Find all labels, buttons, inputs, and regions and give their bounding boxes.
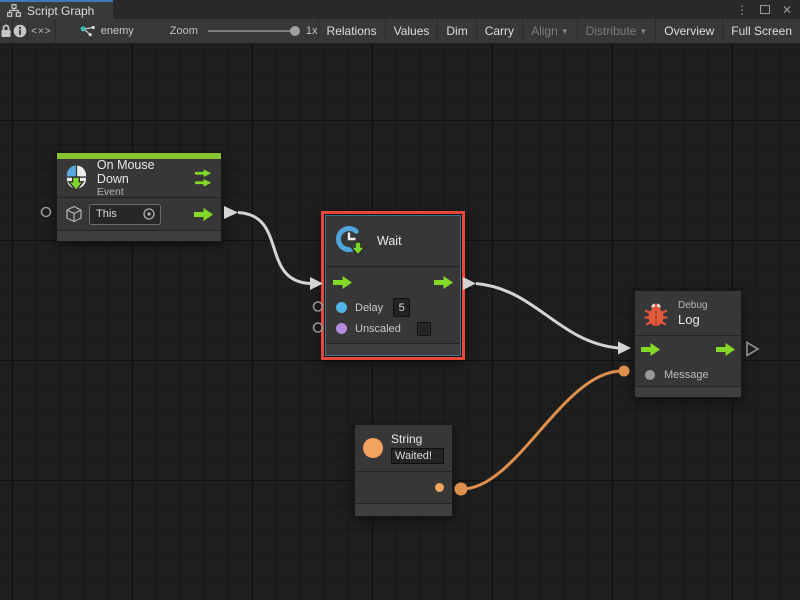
wire-string-to-message[interactable] — [462, 371, 622, 489]
node-title: String — [391, 432, 444, 446]
output-row — [355, 472, 452, 503]
flow-input-port[interactable] — [641, 343, 660, 356]
mouse-icon — [65, 164, 88, 192]
node-title: Log — [678, 312, 707, 327]
node-footer — [326, 343, 460, 355]
message-row: Message — [635, 363, 741, 386]
node-debug-log[interactable]: Debug Log Message — [634, 290, 742, 398]
unscaled-label: Unscaled — [355, 323, 401, 335]
node-category: Debug — [678, 300, 707, 312]
node-header: Debug Log — [635, 291, 741, 335]
message-input-port[interactable] — [645, 370, 655, 380]
graph-layer: On Mouse Down Event This — [0, 0, 800, 600]
node-string-literal[interactable]: String Waited! — [354, 424, 453, 517]
target-object-field[interactable]: This — [89, 204, 161, 225]
unconnected-port-circle[interactable] — [42, 208, 51, 217]
flow-row — [326, 267, 460, 297]
string-type-icon — [363, 438, 383, 458]
node-footer — [57, 230, 221, 241]
unscaled-input-port[interactable] — [336, 323, 347, 334]
node-wait[interactable]: Wait Delay 5 Unscaled — [325, 215, 461, 356]
node-titles: String Waited! — [391, 432, 444, 464]
unscaled-row: Unscaled — [326, 318, 460, 339]
delay-value-field[interactable]: 5 — [393, 298, 410, 317]
delay-row: Delay 5 — [326, 297, 460, 318]
gameobject-cube-icon — [65, 205, 83, 223]
debug-bug-icon — [643, 299, 669, 327]
object-picker-icon[interactable] — [142, 207, 156, 221]
node-on-mouse-down[interactable]: On Mouse Down Event This — [56, 152, 222, 242]
node-header: Wait — [326, 216, 460, 266]
unconnected-flow-triangle[interactable] — [747, 343, 758, 356]
node-titles: On Mouse Down Event — [97, 158, 186, 198]
wire-endpoint-dot — [619, 366, 630, 377]
delay-label: Delay — [355, 302, 383, 314]
node-header: On Mouse Down Event — [57, 159, 221, 197]
node-title: Wait — [377, 234, 402, 248]
trigger-double-arrow-icon[interactable] — [195, 169, 213, 187]
node-header: String Waited! — [355, 425, 452, 471]
node-subtitle: Event — [97, 186, 186, 198]
unscaled-checkbox[interactable] — [417, 322, 431, 336]
target-row: This — [57, 198, 221, 230]
node-footer — [635, 386, 741, 397]
flow-row — [635, 336, 741, 363]
wire-wait-to-log[interactable] — [476, 284, 618, 349]
wait-clock-icon — [335, 225, 367, 258]
wire-endpoint-dot — [455, 483, 468, 496]
flow-output-port[interactable] — [194, 208, 213, 221]
flow-output-port[interactable] — [434, 276, 453, 289]
wire-arrowhead — [224, 206, 238, 219]
node-footer — [355, 503, 452, 516]
flow-input-port[interactable] — [333, 276, 352, 289]
node-titles: Debug Log — [678, 300, 707, 327]
node-wait-selection-border: Wait Delay 5 Unscaled — [321, 211, 465, 360]
wire-arrowhead — [618, 342, 631, 355]
string-output-port[interactable] — [435, 483, 444, 492]
node-title: On Mouse Down — [97, 158, 186, 186]
string-value-field[interactable]: Waited! — [391, 448, 444, 464]
wire-omd-to-wait[interactable] — [238, 213, 310, 284]
message-label: Message — [664, 369, 709, 381]
delay-input-port[interactable] — [336, 302, 347, 313]
target-object-value: This — [96, 208, 142, 220]
flow-output-port[interactable] — [716, 343, 735, 356]
